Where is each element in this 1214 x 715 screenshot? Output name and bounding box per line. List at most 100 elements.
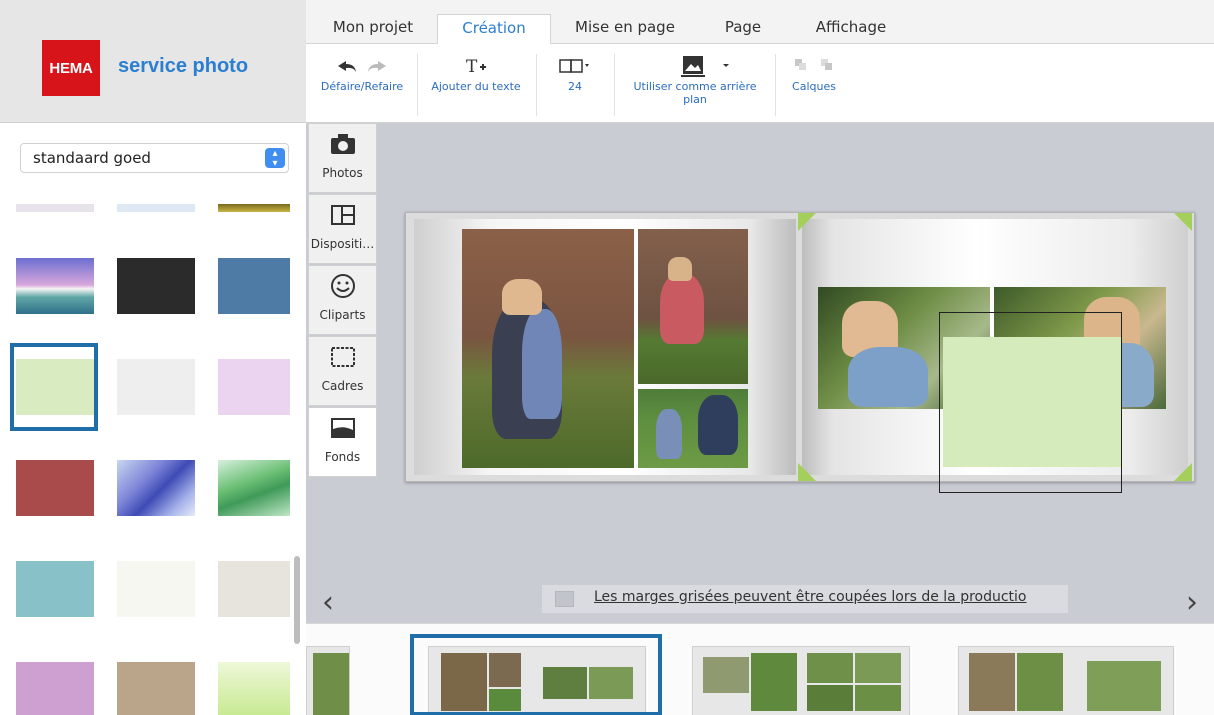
panel-scrollbar[interactable] [294, 556, 300, 644]
pages-dropdown[interactable]: 24 [550, 52, 600, 93]
tab-mise-en-page[interactable]: Mise en page [566, 14, 684, 44]
photo-figure [502, 279, 542, 315]
svg-text:T: T [466, 57, 478, 77]
side-tab-backgrounds[interactable]: Fonds [308, 407, 377, 477]
page-filmstrip [306, 623, 1214, 715]
photo-family-garden[interactable] [638, 389, 748, 468]
frame-icon [330, 347, 355, 367]
left-page[interactable] [414, 219, 796, 475]
thumbnail-photo [1017, 653, 1063, 711]
background-icon [330, 418, 355, 438]
margin-warning-checkbox[interactable] [555, 591, 574, 607]
tab-affichage[interactable]: Affichage [801, 14, 901, 44]
photo-figure [668, 257, 692, 281]
image-background-icon [681, 56, 729, 77]
select-arrows-icon[interactable]: ▴ ▾ [265, 148, 285, 169]
background-category-value: standaard goed [33, 149, 151, 167]
side-tab-label: Photos [322, 166, 363, 180]
brand-area: HEMA service photo [0, 0, 306, 123]
side-tab-label: Cadres [321, 379, 364, 393]
background-swatch[interactable] [218, 258, 290, 314]
book-icon [559, 59, 589, 73]
background-swatch[interactable] [218, 561, 290, 617]
background-swatch[interactable] [117, 204, 195, 212]
background-swatch[interactable] [117, 258, 195, 314]
selected-swatch-frame [10, 343, 98, 431]
use-as-background-label: Utiliser comme arrière plan [633, 80, 757, 106]
prev-page-arrow[interactable]: ‹ [322, 585, 334, 620]
brand-name: service photo [118, 55, 249, 77]
margin-warning-text: Les marges grisées peuvent être coupées … [594, 589, 1027, 605]
add-text-button[interactable]: T Ajouter du texte [422, 52, 530, 93]
background-swatch[interactable] [16, 561, 94, 617]
thumbnail-photo [703, 657, 749, 693]
background-swatch[interactable] [16, 662, 94, 715]
tab-page[interactable]: Page [713, 14, 773, 44]
thumbnail-photo [807, 685, 853, 711]
background-swatch[interactable] [218, 460, 290, 516]
thumbnail-photo [969, 653, 1015, 711]
page-thumbnail[interactable] [306, 646, 350, 715]
photo-woman-sitting[interactable] [638, 229, 748, 384]
toolbar-divider [417, 54, 418, 116]
side-tab-label: Cliparts [319, 308, 366, 322]
bleed-marker [1174, 213, 1192, 231]
side-tab-label: Dispositi… [310, 237, 375, 251]
background-swatch[interactable] [16, 204, 94, 212]
undo-redo-icons [312, 52, 412, 80]
background-swatch[interactable] [218, 359, 290, 415]
photo-figure [656, 409, 682, 459]
photo-figure [522, 309, 562, 419]
bleed-marker [798, 213, 816, 231]
photo-woman-child[interactable] [462, 229, 634, 468]
background-swatch[interactable] [218, 662, 290, 715]
undo-redo-label: Défaire/Refaire [320, 80, 404, 93]
backgrounds-panel: standaard goed ▴ ▾ [0, 123, 306, 715]
thumbnail-photo [807, 653, 853, 683]
pages-count: 24 [568, 80, 582, 93]
thumbnail-photo [855, 653, 901, 683]
bleed-marker [798, 463, 816, 481]
tab-mon-projet[interactable]: Mon projet [328, 14, 418, 44]
smiley-icon [330, 274, 355, 298]
add-text-icon: T [466, 57, 486, 77]
toolbar-divider [614, 54, 615, 116]
add-text-label: Ajouter du texte [431, 80, 521, 93]
undo-redo-button[interactable]: Défaire/Refaire [312, 52, 412, 93]
page-thumbnail[interactable] [692, 646, 910, 715]
next-page-arrow[interactable]: › [1186, 585, 1198, 620]
current-thumbnail-frame [410, 634, 662, 715]
background-swatch[interactable] [117, 359, 195, 415]
side-tab-cliparts[interactable]: Cliparts [308, 265, 377, 335]
photo-figure [698, 395, 738, 455]
side-tab-layouts[interactable]: Dispositi… [308, 194, 377, 264]
side-tab-frames[interactable]: Cadres [308, 336, 377, 406]
background-swatch[interactable] [16, 258, 94, 314]
undo-icon[interactable] [334, 56, 390, 76]
thumbnail-photo [1087, 661, 1161, 711]
side-tab-photos[interactable]: Photos [308, 123, 377, 193]
background-category-select[interactable]: standaard goed ▴ ▾ [20, 143, 289, 173]
toolbar-divider [536, 54, 537, 116]
toolbar-divider [775, 54, 776, 116]
layers-label: Calques [792, 80, 836, 93]
side-tools: Photos Dispositi… Cliparts Cadres Fonds [306, 123, 377, 478]
background-swatch[interactable] [117, 460, 195, 516]
page-thumbnail[interactable] [958, 646, 1174, 715]
background-swatch[interactable] [16, 460, 94, 516]
background-swatch[interactable] [117, 662, 195, 715]
background-swatch[interactable] [218, 204, 290, 212]
side-tab-label: Fonds [324, 450, 361, 464]
thumbnail-photo [313, 653, 349, 715]
margin-warning[interactable]: Les marges grisées peuvent être coupées … [542, 585, 1068, 613]
selection-box[interactable] [939, 312, 1122, 493]
layout-icon [330, 205, 355, 225]
photo-figure [848, 347, 928, 407]
tab-creation[interactable]: Création [437, 14, 551, 45]
bleed-marker [1174, 463, 1192, 481]
use-as-background-button[interactable]: Utiliser comme arrière plan [620, 52, 770, 106]
layers-button[interactable]: Calques [782, 52, 846, 93]
hema-logo[interactable]: HEMA [42, 40, 100, 96]
toolbar: Défaire/Refaire T Ajouter du texte 24 Ut… [306, 44, 1214, 123]
background-swatch[interactable] [117, 561, 195, 617]
